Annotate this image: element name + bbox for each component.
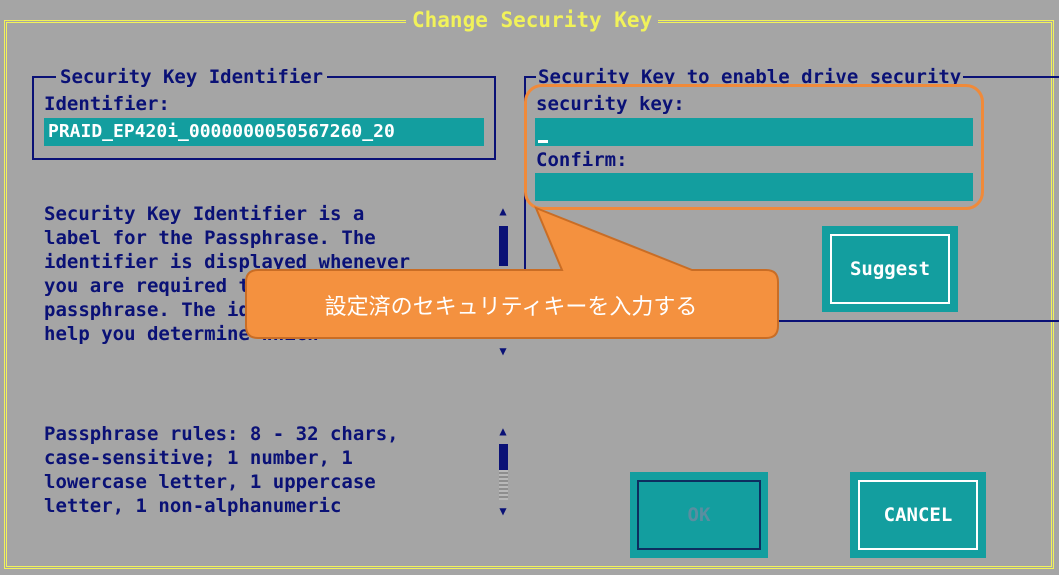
down-arrow-icon[interactable]: ▼ (496, 344, 510, 358)
identifier-label: Identifier: (44, 93, 170, 115)
cancel-button[interactable]: CANCEL (850, 472, 986, 558)
passphrase-rules-text: Passphrase rules: 8 - 32 chars, case-sen… (44, 424, 490, 528)
scroll-track[interactable] (499, 470, 508, 500)
up-arrow-icon[interactable]: ▲ (496, 204, 510, 218)
cancel-button-label: CANCEL (858, 480, 978, 550)
scroll-thumb[interactable] (499, 444, 508, 470)
suggest-button-label: Suggest (830, 234, 950, 304)
help-line: Security Key Identifier is a (44, 204, 365, 225)
help-line: label for the Passphrase. The (44, 227, 376, 249)
rules-line: case-sensitive; 1 number, 1 (44, 447, 353, 469)
identifier-group-title: Security Key Identifier (56, 66, 328, 88)
annotation-callout-text: 設定済のセキュリティキーを入力する (324, 295, 698, 320)
up-arrow-icon[interactable]: ▲ (496, 424, 510, 438)
identifier-field[interactable]: PRAID_EP420i_0000000050567260_20 (44, 118, 484, 146)
rules-line: lowercase letter, 1 uppercase (44, 471, 376, 493)
help-line: identifier is displayed whenever (44, 251, 411, 273)
rules-line: Passphrase rules: 8 - 32 chars, (44, 423, 399, 445)
suggest-button[interactable]: Suggest (822, 226, 958, 312)
rules-line: letter, 1 non-alphanumeric (44, 495, 342, 517)
ok-button-label: OK (637, 480, 761, 550)
scroll-thumb[interactable] (499, 226, 508, 266)
down-arrow-icon[interactable]: ▼ (496, 504, 510, 518)
dialog-title: Change Security Key (406, 8, 659, 32)
annotation-highlight (524, 84, 984, 210)
ok-button[interactable]: OK (630, 472, 768, 558)
rules-scrollbar[interactable]: ▲ ▼ (496, 424, 510, 520)
bios-screen: Change Security Key Security Key Identif… (0, 0, 1059, 575)
